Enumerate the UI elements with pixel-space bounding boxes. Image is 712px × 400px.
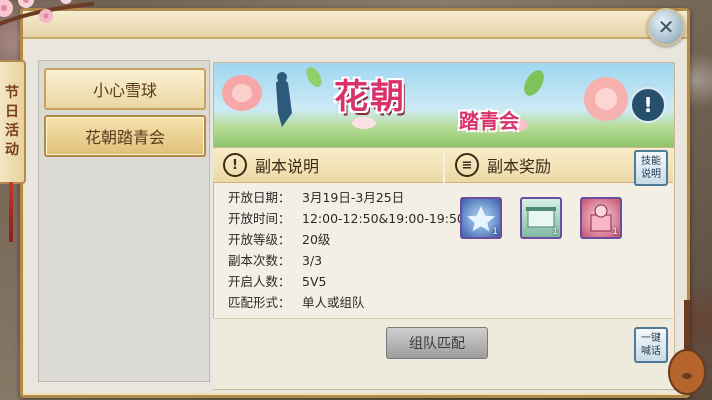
section-description-header: ! 副本说明 bbox=[213, 148, 443, 183]
info-label: 开放时间： bbox=[228, 211, 291, 226]
tassel-decoration bbox=[9, 182, 13, 242]
info-value: 3/3 bbox=[302, 253, 323, 268]
side-tab-char: 活 bbox=[5, 123, 19, 139]
info-row: 开启人数： 5V5 bbox=[228, 272, 326, 292]
skill-info-label: 技能说明 bbox=[641, 156, 661, 180]
team-match-label: 组队匹配 bbox=[409, 336, 465, 352]
info-row: 匹配形式： 单人或组队 bbox=[228, 293, 365, 313]
reward-count: 1 bbox=[492, 227, 498, 237]
info-value: 5V5 bbox=[302, 274, 327, 289]
side-tab-festival-activities[interactable]: 节 日 活 动 bbox=[0, 60, 26, 184]
side-tab-char: 节 bbox=[5, 85, 19, 101]
team-match-button[interactable]: 组队匹配 bbox=[386, 327, 488, 359]
side-tab-char: 日 bbox=[5, 104, 19, 120]
section-rewards-label: 副本奖励 bbox=[487, 157, 552, 176]
notice-icon: ! bbox=[630, 87, 666, 123]
banner-title: 花朝 bbox=[334, 77, 406, 117]
info-value: 3月19日-3月25日 bbox=[302, 190, 405, 205]
info-value: 单人或组队 bbox=[302, 295, 365, 310]
lotus-item-icon[interactable]: 1 bbox=[460, 197, 502, 239]
info-row: 开放等级： 20级 bbox=[228, 230, 330, 250]
window-title-bar bbox=[23, 11, 687, 39]
chest-icon: ≡ bbox=[455, 153, 479, 177]
info-label: 开放等级： bbox=[228, 232, 291, 247]
scroll-item-icon[interactable]: 1 bbox=[520, 197, 562, 239]
event-banner: 花朝 踏青会 ! bbox=[213, 62, 675, 148]
list-item-flower-outing[interactable]: 花朝踏青会 bbox=[44, 115, 206, 157]
info-row: 开放时间： 12:00-12:50&19:00-19:50 bbox=[228, 209, 465, 229]
banner-subtitle: 踏青会 bbox=[459, 109, 519, 133]
info-label: 开放日期： bbox=[228, 190, 291, 205]
cherry-blossom-decoration bbox=[0, 0, 95, 26]
reward-count: 1 bbox=[552, 227, 558, 237]
section-description-label: 副本说明 bbox=[255, 157, 320, 176]
list-item-snowball[interactable]: 小心雪球 bbox=[44, 68, 206, 110]
info-row: 开放日期： 3月19日-3月25日 bbox=[228, 188, 404, 208]
close-button[interactable]: ✕ bbox=[647, 8, 685, 46]
info-label: 匹配形式： bbox=[228, 295, 291, 310]
info-row: 副本次数： 3/3 bbox=[228, 251, 322, 271]
skill-info-button[interactable]: 技能说明 bbox=[634, 150, 668, 186]
info-label: 副本次数： bbox=[228, 253, 291, 268]
info-value: 12:00-12:50&19:00-19:50 bbox=[302, 211, 465, 226]
pipa-lute-decoration bbox=[668, 300, 706, 395]
list-item-label: 小心雪球 bbox=[92, 81, 157, 100]
quick-chat-button[interactable]: 一键喊话 bbox=[634, 327, 668, 363]
exclamation-icon: ! bbox=[223, 153, 247, 177]
side-tab-char: 动 bbox=[5, 142, 19, 158]
quick-chat-label: 一键喊话 bbox=[641, 333, 661, 357]
reward-count: 1 bbox=[612, 227, 618, 237]
list-item-label: 花朝踏青会 bbox=[84, 128, 165, 147]
close-icon: ✕ bbox=[657, 15, 675, 39]
info-label: 开启人数： bbox=[228, 274, 291, 289]
banner-illustration bbox=[222, 67, 628, 132]
gift-item-icon[interactable]: 1 bbox=[580, 197, 622, 239]
info-value: 20级 bbox=[302, 232, 331, 247]
